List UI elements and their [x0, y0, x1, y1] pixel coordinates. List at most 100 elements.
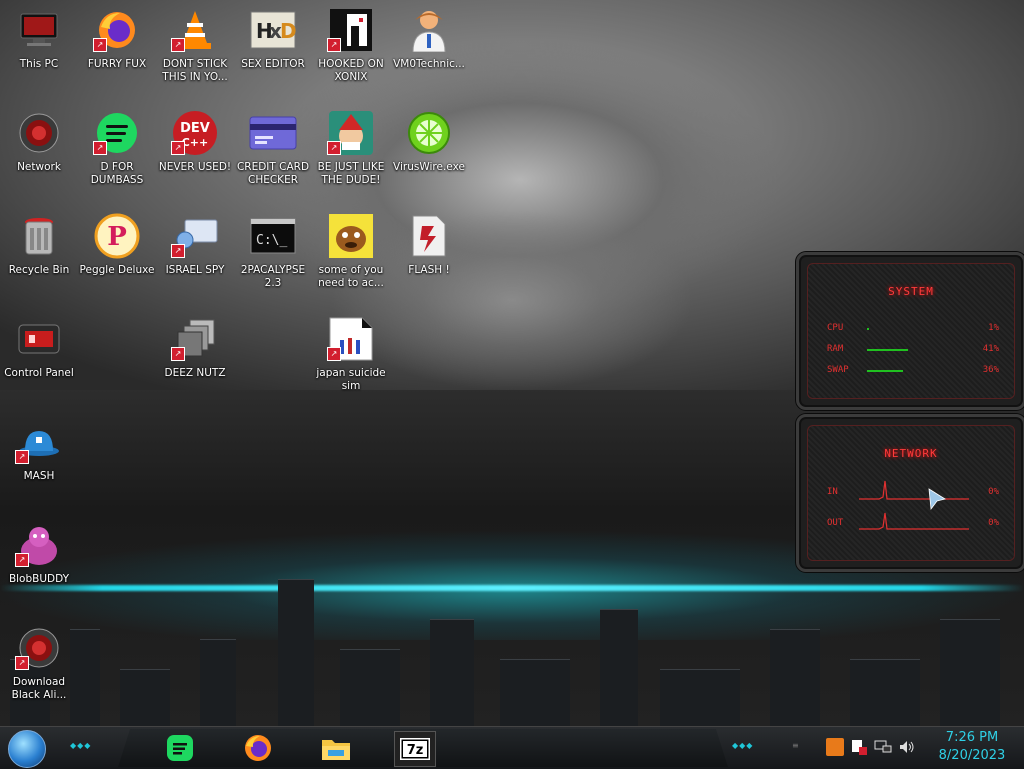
shortcut-badge-icon: ↗	[171, 244, 185, 258]
desktop-icon-d-for-dumbass[interactable]: ↗ D FOR DUMBASS	[78, 105, 156, 201]
shortcut-badge-icon: ↗	[15, 656, 29, 670]
icon-label: VM0Technic...	[393, 58, 465, 70]
command-prompt-icon: C:\_	[249, 212, 297, 260]
taskbar-clock[interactable]: 7:26 PM 8/20/2023	[932, 729, 1012, 765]
shortcut-badge-icon: ↗	[93, 38, 107, 52]
desktop-icon-sex-editor[interactable]: HxD SEX EDITOR	[234, 2, 312, 98]
system-monitor-widget[interactable]: SYSTEM CPU 1% RAM 41% SWAP 36%	[796, 252, 1024, 410]
desktop-icon-peggle-deluxe[interactable]: P Peggle Deluxe	[78, 208, 156, 304]
icon-label: ISRAEL SPY	[165, 264, 225, 276]
desktop-icon-this-pc[interactable]: This PC	[0, 2, 78, 98]
desktop-icon-blobbuddy[interactable]: ↗ BlobBUDDY	[0, 517, 78, 613]
limewire-icon	[405, 109, 453, 157]
desktop-icon-vm0technic[interactable]: VM0Technic...	[390, 2, 468, 98]
firefox-icon: ↗	[93, 6, 141, 54]
flag-icon[interactable]	[850, 738, 868, 756]
taskbar-deco-stripes: ≡	[792, 741, 800, 750]
cpu-bar	[867, 328, 869, 330]
cpu-label: CPU	[827, 323, 844, 333]
icon-label: some of you need to ac...	[318, 264, 384, 289]
desktop-icon-2pacalypse[interactable]: C:\_ 2PACALYPSE 2.3	[234, 208, 312, 304]
widget-row-swap: SWAP 36%	[827, 365, 999, 377]
sevenzip-glyph: 7z	[407, 743, 424, 758]
icon-label: 2PACALYPSE 2.3	[240, 264, 306, 289]
widget-row-ram: RAM 41%	[827, 344, 999, 356]
desktop-icon-control-panel[interactable]: Control Panel	[0, 311, 78, 407]
taskbar-7zip[interactable]: 7z	[394, 731, 436, 767]
shortcut-badge-icon: ↗	[171, 347, 185, 361]
icon-label: BE JUST LIKE THE DUDE!	[317, 161, 385, 186]
wallpaper-city-buildings	[0, 560, 1024, 730]
widget-title-system: SYSTEM	[888, 285, 934, 298]
taskbar: ◆◆◆ 7z ◆◆◆ ≡ 7:26 PM 8/20/2023	[0, 726, 1024, 769]
icon-label: Peggle Deluxe	[79, 264, 155, 276]
stacked-windows-icon: ↗	[171, 315, 219, 363]
desktop-icon-viruswire[interactable]: VirusWire.exe	[390, 105, 468, 201]
spotify-icon: ↗	[93, 109, 141, 157]
taskbar-file-explorer[interactable]	[316, 731, 356, 765]
cpu-value: 1%	[988, 323, 999, 333]
desktop-icon-be-just-like-the-dude[interactable]: ↗ BE JUST LIKE THE DUDE!	[312, 105, 390, 201]
desktop-icon-credit-card-checker[interactable]: CREDIT CARD CHECKER	[234, 105, 312, 201]
swap-label: SWAP	[827, 365, 849, 375]
desktop-icon-some-of-you[interactable]: some of you need to ac...	[312, 208, 390, 304]
desktop-icon-israel-spy[interactable]: ↗ ISRAEL SPY	[156, 208, 234, 304]
updater-icon[interactable]	[826, 738, 844, 756]
icon-label: D FOR DUMBASS	[90, 161, 144, 186]
hxd-editor-icon: HxD	[249, 6, 297, 54]
network-status-icon[interactable]	[874, 738, 892, 756]
icon-label: MASH	[23, 470, 55, 482]
desktop-icon-download-black-ali[interactable]: ↗ Download Black Ali...	[0, 620, 78, 716]
desktop-icon-network[interactable]: Network	[0, 105, 78, 201]
desktop-icon-japan-suicide-sim[interactable]: ↗ japan suicide sim	[312, 311, 390, 407]
icon-label: FLASH !	[408, 264, 450, 276]
shortcut-badge-icon: ↗	[327, 141, 341, 155]
desktop-icon-hooked-on-xonix[interactable]: ↗ HOOKED ON XONIX	[312, 2, 390, 98]
remote-desktop-icon: ↗	[171, 212, 219, 260]
in-label: IN	[827, 487, 838, 497]
army-helmet-icon: ↗	[15, 418, 63, 466]
out-label: OUT	[827, 518, 844, 528]
control-panel-icon	[15, 315, 63, 363]
elf-character-icon: ↗	[327, 109, 375, 157]
widget-title-network: NETWORK	[884, 447, 938, 460]
taskbar-spotify[interactable]	[160, 731, 200, 765]
volume-icon[interactable]	[898, 738, 916, 756]
icon-label: BlobBUDDY	[8, 573, 70, 585]
desktop-icon-flash[interactable]: FLASH !	[390, 208, 468, 304]
svg-text:D: D	[280, 19, 296, 43]
desktop-icon-mash[interactable]: ↗ MASH	[0, 414, 78, 510]
desktop-icon-never-used[interactable]: DEV C++ ↗ NEVER USED!	[156, 105, 234, 201]
ram-value: 41%	[982, 344, 999, 354]
taskbar-firefox[interactable]	[238, 731, 278, 765]
icon-label: Download Black Ali...	[11, 676, 67, 701]
swap-value: 36%	[982, 365, 999, 375]
start-button[interactable]	[8, 730, 46, 768]
cartoon-dog-icon	[327, 212, 375, 260]
network-monitor-widget[interactable]: NETWORK IN 0% OUT 0%	[796, 414, 1024, 572]
7zip-icon: 7z	[400, 738, 430, 760]
game-file-icon: ↗	[327, 315, 375, 363]
recycle-bin-icon	[15, 212, 63, 260]
network-globe-icon	[15, 109, 63, 157]
icon-label: japan suicide sim	[316, 367, 386, 392]
desktop-icon-recycle-bin[interactable]: Recycle Bin	[0, 208, 78, 304]
svg-text:C++: C++	[182, 136, 209, 149]
shortcut-badge-icon: ↗	[15, 450, 29, 464]
desktop-icon-furry-fux[interactable]: ↗ FURRY FUX	[78, 2, 156, 98]
icon-label: DEEZ NUTZ	[164, 367, 226, 379]
flash-document-icon	[405, 212, 453, 260]
taskbar-deco-right: ◆◆◆	[732, 741, 754, 750]
shortcut-badge-icon: ↗	[171, 38, 185, 52]
icon-label: CREDIT CARD CHECKER	[236, 161, 310, 186]
icon-label: DONT STICK THIS IN YO...	[162, 58, 228, 83]
swap-bar	[867, 370, 903, 372]
widget-row-out: OUT 0%	[827, 518, 999, 530]
desktop-icon-deez-nutz[interactable]: ↗ DEEZ NUTZ	[156, 311, 234, 407]
desktop-icon-dont-stick[interactable]: ↗ DONT STICK THIS IN YO...	[156, 2, 234, 98]
ram-bar	[867, 349, 908, 351]
peggle-icon: P	[93, 212, 141, 260]
firefox-icon	[245, 735, 271, 761]
ram-label: RAM	[827, 344, 844, 354]
widget-row-cpu: CPU 1%	[827, 323, 999, 335]
